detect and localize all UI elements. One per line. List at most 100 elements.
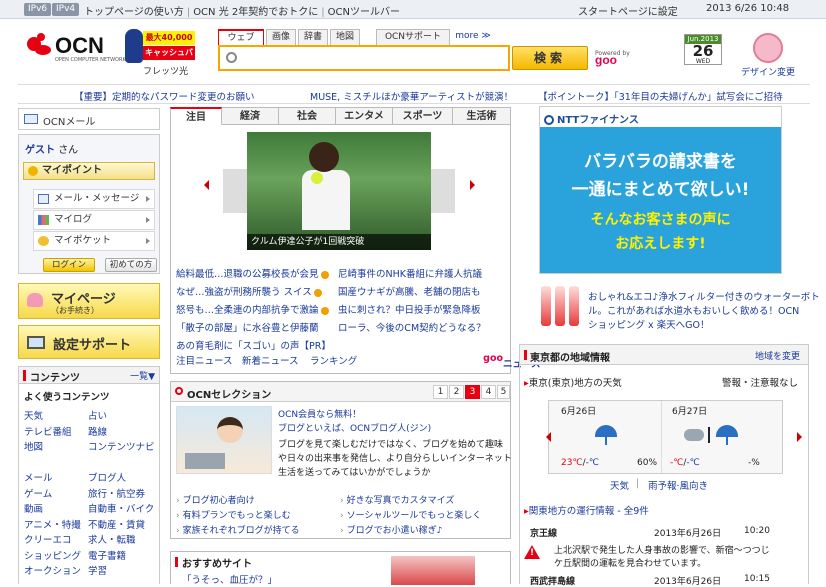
search-tab-dictionary[interactable]: 辞書 (298, 29, 328, 45)
notice-password[interactable]: 【重要】定期的なパスワード変更のお願い (74, 89, 255, 103)
search-tab-image[interactable]: 画像 (266, 29, 296, 45)
setup-support-button[interactable]: 設定サポート (18, 325, 160, 359)
notice-pointalk[interactable]: 【ポイントーク】「31年目の夫婦げんか」試写会にご招待 (538, 89, 783, 103)
slider-next-arrow-icon[interactable] (470, 180, 475, 190)
page-5[interactable]: 5 (497, 385, 510, 399)
set-start-page-link[interactable]: スタートページに設定 (578, 3, 678, 18)
mypoint-button[interactable]: マイポイント (23, 162, 155, 180)
water-bottle-image[interactable] (539, 286, 579, 328)
contents-all-dropdown[interactable]: 一覧▼ (130, 369, 155, 382)
contents-link[interactable]: 自動車・バイク (88, 501, 154, 515)
headline-right-4[interactable]: ローラ、今後のCM契約どうなる？ (338, 320, 486, 334)
news-tab-featured[interactable]: 注目 (170, 107, 222, 125)
ranking-link[interactable]: ランキング (310, 353, 357, 367)
search-input[interactable] (242, 49, 504, 67)
train2-line[interactable]: 西武拝島線 (530, 574, 575, 587)
news-tab-sports[interactable]: スポーツ (393, 107, 453, 125)
rain-forecast-link[interactable]: 雨予報·風向き (648, 478, 708, 492)
goo-news-logo[interactable]: goo ニュース (483, 353, 540, 370)
contents-link[interactable]: 占い (88, 408, 107, 422)
contents-link[interactable]: 旅行・航空券 (88, 486, 145, 500)
selection-subheadline[interactable]: ブログといえば、OCNブログ人(ジン) (278, 421, 431, 434)
ntt-finance-ad[interactable]: NTTファイナンス バラバラの請求書を 一通にまとめて欲しい! そんなお客さまの… (539, 106, 782, 274)
news-tab-economy[interactable]: 経済 (222, 107, 279, 125)
contents-link[interactable]: 動画 (24, 501, 43, 515)
mypage-button[interactable]: マイページ （お手続き） (18, 283, 160, 319)
water-ad-line-2[interactable]: ル。これがあれば水道水もおいしく飲める！OCN (588, 303, 799, 317)
weather-region[interactable]: ▸東京(東京)地方の天気 (524, 375, 622, 389)
contents-link[interactable]: オークション (24, 563, 81, 577)
headline-left-2[interactable]: なぜ…強盗が刑務所襲う スイス (176, 284, 322, 298)
contents-link[interactable]: 求人・転職 (88, 532, 136, 546)
search-button[interactable]: 検索 (512, 46, 588, 70)
water-ad-line-3[interactable]: ショッピング x 楽天へGO！ (588, 317, 710, 331)
contents-link[interactable]: 学習 (88, 563, 107, 577)
train-info-title[interactable]: ▸関東地方の運行情報 - 全9件 (524, 503, 649, 517)
contents-link[interactable]: 路線 (88, 424, 107, 438)
water-ad-line-1[interactable]: おしゃれ&エコ♪浄水フィルター付きのウォーターボト (588, 289, 820, 303)
contents-link[interactable]: コンテンツナビ (88, 439, 155, 453)
contents-link[interactable]: クリーエコ (24, 532, 72, 546)
headline-right-2[interactable]: 国産ウナギが高騰、老舗の閉店も (338, 284, 481, 298)
weather-day-1[interactable]: 6月26日 23℃/-℃ 60% (549, 401, 657, 473)
headline-left-4[interactable]: 「散子の部屋」に水谷豊と伊藤蘭 (176, 320, 319, 334)
contents-link[interactable]: ゲーム (24, 486, 52, 500)
design-change[interactable]: デザイン変更 (736, 33, 800, 78)
login-button[interactable]: ログイン (43, 258, 95, 272)
weather-next-arrow-icon[interactable] (797, 432, 802, 442)
first-time-button[interactable]: 初めての方 (105, 258, 157, 272)
page-2[interactable]: 2 (449, 385, 464, 399)
contents-link[interactable]: 電子書籍 (88, 548, 126, 562)
news-photo[interactable]: クルム伊達公子が1回戦突破 (247, 132, 431, 250)
page-1[interactable]: 1 (433, 385, 448, 399)
selection-link-photo[interactable]: 好きな写真でカスタマイズ (340, 493, 455, 506)
search-tab-more[interactable]: more ≫ (454, 29, 492, 45)
top-link-toolbar[interactable]: OCNツールバー (328, 7, 400, 18)
top-link-ocn-hikari[interactable]: OCN 光 2年契約でおトクに (193, 7, 318, 18)
top-link-howto[interactable]: トップページの使い方 (84, 7, 184, 18)
search-tab-ocn-support[interactable]: OCNサポート (376, 29, 450, 45)
menu-mypocket[interactable]: マイポケット (33, 231, 155, 251)
headline-left-1[interactable]: 給料最低…退職の公募校長が会見 (176, 266, 329, 280)
notice-muse[interactable]: MUSE, ミスチルほか豪華アーティストが競演！ (310, 89, 513, 103)
contents-link[interactable]: ブログ人 (88, 470, 126, 484)
featured-news-link[interactable]: 注目ニュース (176, 353, 233, 367)
selection-link-paid[interactable]: 有料プランでもっと楽しむ (176, 508, 291, 521)
news-tab-entertainment[interactable]: エンタメ (336, 107, 393, 125)
search-tab-web[interactable]: ウェブ (218, 29, 264, 45)
news-tab-lifestyle[interactable]: 生活術 (453, 107, 511, 125)
contents-link[interactable]: 天気 (24, 408, 43, 422)
latest-news-link[interactable]: 新着ニュース (242, 353, 299, 367)
contents-link[interactable]: テレビ番組 (24, 424, 72, 438)
menu-mail-message[interactable]: メール・メッセージ (33, 189, 155, 209)
search-tab-map[interactable]: 地図 (330, 29, 360, 45)
slider-prev-arrow-icon[interactable] (204, 180, 209, 190)
contents-link[interactable]: メール (24, 470, 53, 484)
news-photo-slider[interactable]: クルム伊達公子が1回戦突破 (205, 132, 469, 250)
recommend-image[interactable] (391, 556, 475, 585)
contents-link[interactable]: 地図 (24, 439, 43, 453)
weather-link[interactable]: 天気 (610, 478, 629, 492)
news-tab-society[interactable]: 社会 (279, 107, 336, 125)
blog-promo-image[interactable] (176, 406, 272, 474)
selection-link-family[interactable]: 家族それぞれブログが持てる (176, 523, 300, 536)
menu-mylog[interactable]: マイログ (33, 210, 155, 230)
ocn-mail-link[interactable]: OCNメール (18, 108, 160, 130)
selection-link-beginner[interactable]: ブログ初心者向け (176, 493, 255, 506)
headline-right-1[interactable]: 尼崎事件のNHK番組に弁護人抗議 (338, 266, 482, 280)
page-3[interactable]: 3 (465, 385, 480, 399)
calendar-icon[interactable]: Jun.2013 26 WED (684, 34, 722, 65)
contents-link[interactable]: アニメ・特撮 (24, 517, 81, 531)
selection-headline[interactable]: OCN会員なら無料！ (278, 407, 361, 420)
selection-link-social[interactable]: ソーシャルツールでもっと楽しく (340, 508, 482, 521)
contents-link[interactable]: ショッピング (24, 548, 81, 562)
flets-promo-banner[interactable]: 最大40,000円 キャッシュバック! フレッツ光 (125, 29, 195, 77)
alerts-status[interactable]: 警報・注意報なし (722, 375, 798, 389)
change-region-link[interactable]: 地域を変更 (755, 349, 800, 362)
page-4[interactable]: 4 (481, 385, 496, 399)
headline-right-3[interactable]: 虫に刺され？中日投手が緊急降板 (338, 302, 481, 316)
contents-link[interactable]: 不動産・賃貸 (88, 517, 145, 531)
train1-line[interactable]: 京王線 (530, 526, 557, 539)
headline-left-3[interactable]: 怒号も…全柔連の内部抗争で激論 (176, 302, 329, 316)
selection-link-earn[interactable]: ブログでお小遣い稼ぎ♪ (340, 523, 443, 536)
